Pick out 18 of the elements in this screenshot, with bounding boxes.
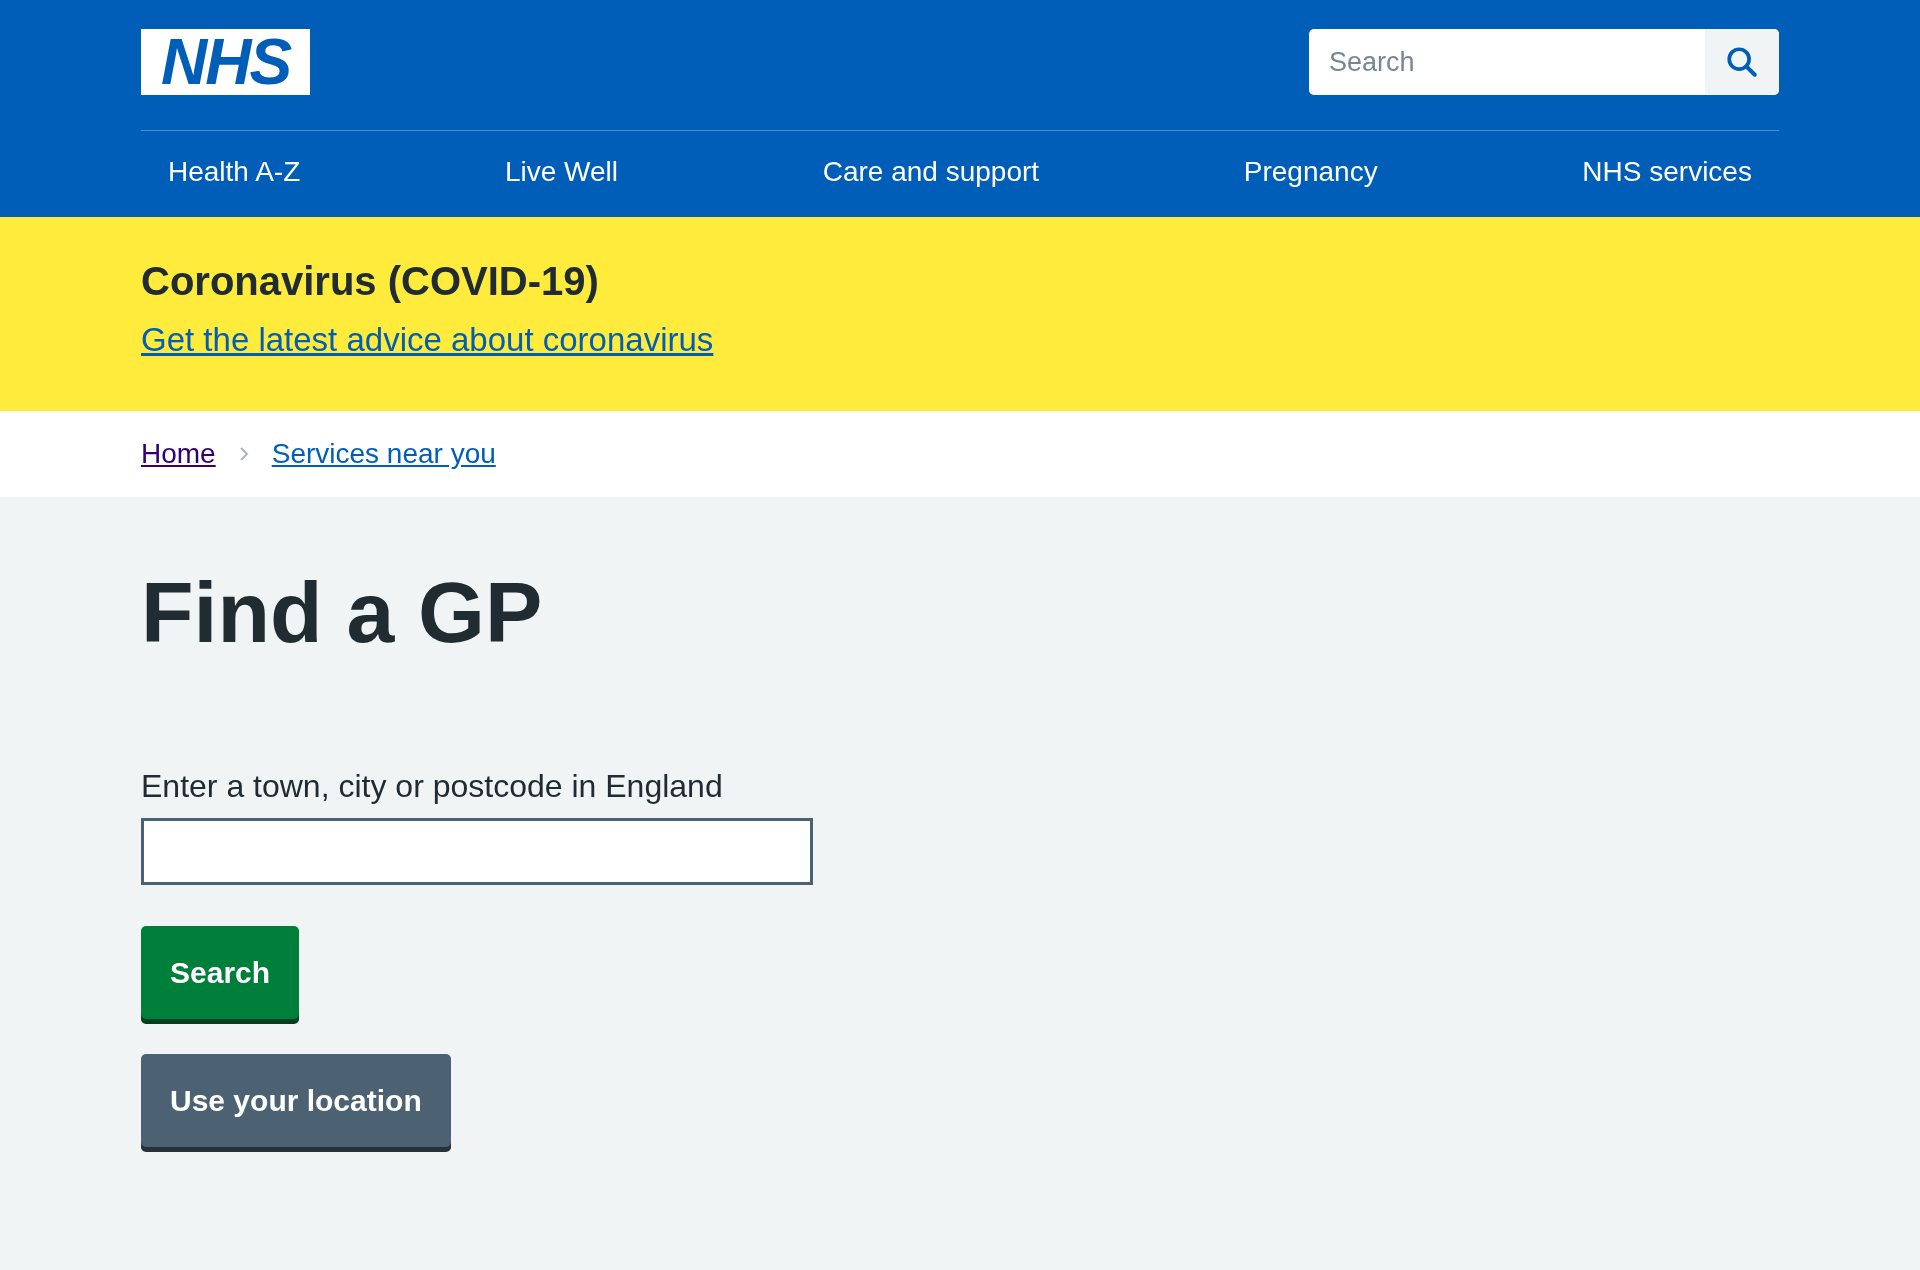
nav-link[interactable]: Live Well: [477, 151, 646, 193]
nav-link[interactable]: Pregnancy: [1216, 151, 1405, 193]
nhs-logo[interactable]: NHS: [141, 29, 310, 95]
nav-link[interactable]: Health A-Z: [141, 151, 328, 193]
chevron-icon: [237, 446, 250, 462]
breadcrumb-link[interactable]: Home: [141, 433, 216, 475]
field-label: Enter a town, city or postcode in England: [141, 767, 724, 806]
search-field[interactable]: Search: [1309, 29, 1779, 95]
nav-link[interactable]: NHS services: [1555, 151, 1779, 193]
search-icon: [1725, 45, 1759, 79]
breadcrumb-link[interactable]: Services near you: [271, 433, 496, 475]
location-input[interactable]: [141, 818, 813, 885]
alert-title: Coronavirus (COVID-19): [141, 258, 600, 305]
nav-link[interactable]: Care and support: [795, 151, 1067, 193]
advice-link[interactable]: Get the latest advice about coronavirus: [141, 315, 714, 365]
search-button[interactable]: [1705, 29, 1779, 95]
page-heading: Find a GP: [141, 563, 544, 662]
search-input[interactable]: Search: [1309, 29, 1705, 95]
